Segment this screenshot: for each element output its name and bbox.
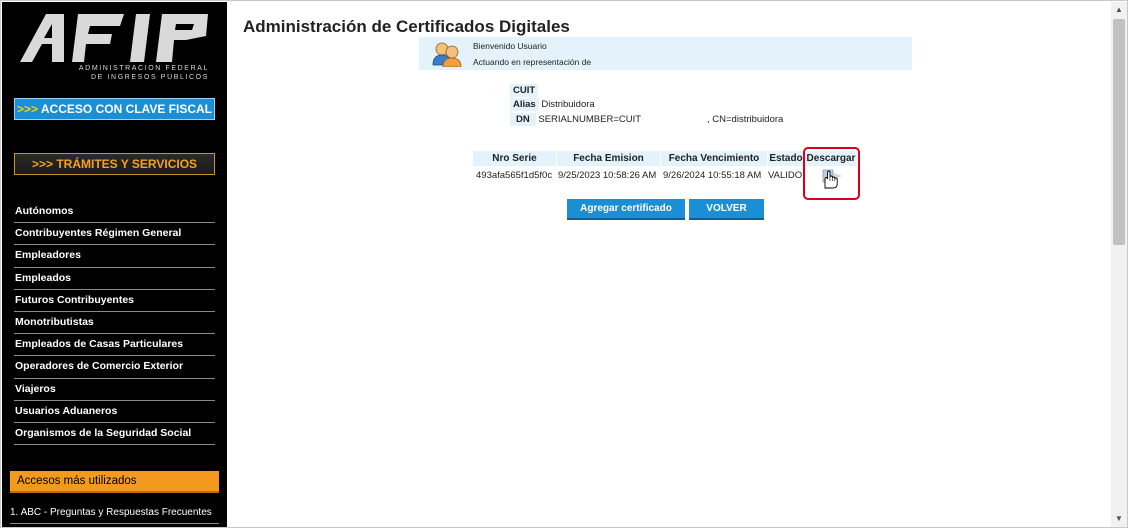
cell-fecha-emision: 9/25/2023 10:58:26 AM [558,170,657,181]
sidebar-nav: Autónomos Contribuyentes Régimen General… [14,201,215,446]
welcome-text: Bienvenido Usuario [473,41,547,51]
dn-value-cn: , CN=distribuidora [707,114,784,125]
accesos-mas-utilizados-header: Accesos más utilizados [10,471,219,493]
sidebar-item-autonomos[interactable]: Autónomos [14,201,215,224]
users-icon [432,42,462,67]
clave-fiscal-button[interactable]: >>> ACCESO CON CLAVE FISCAL [14,98,215,120]
agregar-certificado-button[interactable]: Agregar certificado [567,199,685,220]
browser-viewport: ADMINISTRACION FEDERAL DE INGRESOS PUBLI… [0,0,1128,528]
alias-value: Distribuidora [541,99,595,110]
abc-faq-link[interactable]: 1. ABC - Preguntas y Respuestas Frecuent… [10,506,219,524]
clave-fiscal-label: ACCESO CON CLAVE FISCAL [40,102,213,116]
scroll-up-icon[interactable]: ▲ [1114,5,1124,15]
th-fecha-vencimiento: Fecha Vencimiento [661,151,767,166]
welcome-box: Bienvenido Usuario Actuando en represent… [419,37,912,70]
th-fecha-emision: Fecha Emision [557,151,660,166]
descargar-highlight-box [803,147,860,200]
sidebar-item-empleadores[interactable]: Empleadores [14,245,215,268]
cell-fecha-vencimiento: 9/26/2024 10:55:18 AM [663,170,762,181]
sidebar-item-usuarios-aduaneros[interactable]: Usuarios Aduaneros [14,401,215,423]
th-nro-serie: Nro Serie [473,151,556,166]
sidebar-item-contribuyentes-regimen-general[interactable]: Contribuyentes Régimen General [14,223,215,246]
logo-subtitle: ADMINISTRACION FEDERAL DE INGRESOS PUBLI… [78,65,209,81]
sidebar-item-empleados[interactable]: Empleados [14,268,215,290]
sidebar-item-operadores-comercio-exterior[interactable]: Operadores de Comercio Exterior [14,356,215,379]
cuit-label: CUIT [510,84,539,97]
cell-nro-serie: 493afa565f1d5f0c [476,170,553,181]
sidebar: ADMINISTRACION FEDERAL DE INGRESOS PUBLI… [2,2,227,527]
sidebar-item-organismos-seguridad-social[interactable]: Organismos de la Seguridad Social [14,423,215,446]
dn-value-serial: SERIALNUMBER=CUIT [538,114,642,125]
sidebar-item-empleados-casas-particulares[interactable]: Empleados de Casas Particulares [14,334,215,357]
page-title: Administración de Certificados Digitales [243,17,570,36]
vertical-scrollbar[interactable]: ▲ ▼ [1111,2,1127,527]
th-estado: Estado [768,151,804,166]
sidebar-item-monotributistas[interactable]: Monotributistas [14,312,215,335]
cell-estado: VALIDO [768,170,803,181]
volver-button[interactable]: VOLVER [689,199,764,220]
sidebar-item-viajeros[interactable]: Viajeros [14,379,215,401]
arrows-icon: >>> [16,102,38,116]
tramites-servicios-button[interactable]: >>> TRÁMITES Y SERVICIOS [14,153,215,175]
alias-label: Alias [510,98,539,111]
representation-text: Actuando en representación de [473,57,592,67]
scroll-down-icon[interactable]: ▼ [1114,514,1124,524]
dn-label: DN [510,113,536,126]
scroll-thumb[interactable] [1113,19,1125,245]
sidebar-item-futuros-contribuyentes[interactable]: Futuros Contribuyentes [14,290,215,312]
